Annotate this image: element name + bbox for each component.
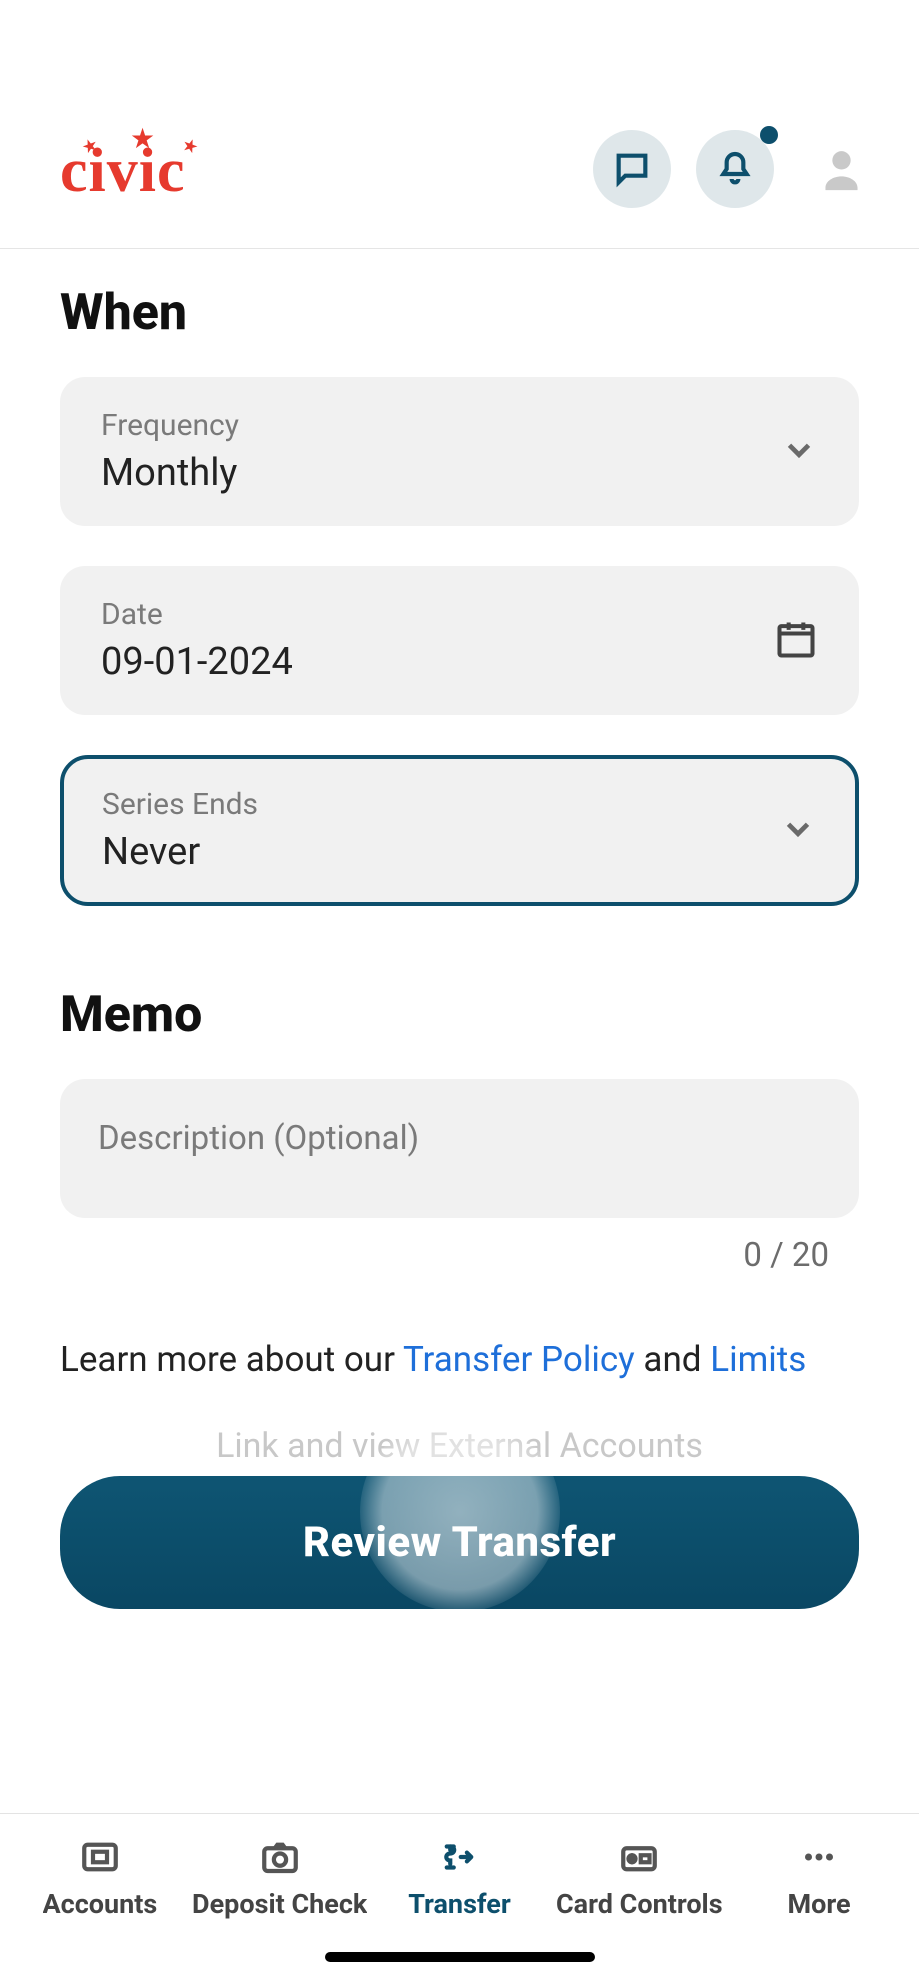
memo-counter: 0 / 20 (60, 1236, 859, 1275)
policy-text: Learn more about our Transfer Policy and… (60, 1335, 859, 1386)
nav-more[interactable]: More (729, 1836, 909, 1920)
date-picker[interactable]: Date 09-01-2024 (60, 566, 859, 715)
more-icon (798, 1836, 840, 1878)
card-icon (618, 1836, 660, 1878)
chevron-down-icon (779, 810, 817, 852)
nav-label: Transfer (408, 1888, 511, 1920)
nav-accounts[interactable]: Accounts (10, 1836, 190, 1920)
memo-placeholder: Description (Optional) (98, 1119, 821, 1158)
date-value: 09-01-2024 (101, 640, 774, 684)
notification-dot-icon (760, 126, 778, 144)
nav-transfer[interactable]: Transfer (370, 1836, 550, 1920)
profile-button[interactable] (814, 142, 869, 197)
series-ends-label: Series Ends (102, 787, 779, 822)
nav-label: Accounts (43, 1888, 158, 1920)
camera-icon (259, 1836, 301, 1878)
when-section-title: When (60, 284, 859, 342)
notifications-button[interactable] (696, 130, 774, 208)
nav-label: Card Controls (556, 1888, 723, 1920)
calendar-icon (774, 617, 818, 665)
transfer-policy-link[interactable]: Transfer Policy (403, 1339, 635, 1380)
nav-label: More (788, 1888, 851, 1920)
date-label: Date (101, 597, 774, 632)
header-actions (593, 130, 869, 208)
accounts-icon (79, 1836, 121, 1878)
frequency-select[interactable]: Frequency Monthly (60, 377, 859, 526)
nav-deposit-check[interactable]: Deposit Check (190, 1836, 370, 1920)
nav-card-controls[interactable]: Card Controls (549, 1836, 729, 1920)
brand-logo: ★ ★ ★ civic (60, 132, 260, 207)
cta-wrap: Link and view External Accounts Review T… (60, 1476, 859, 1609)
limits-link[interactable]: Limits (710, 1339, 806, 1380)
memo-input[interactable]: Description (Optional) (60, 1079, 859, 1218)
nav-label: Deposit Check (192, 1888, 367, 1920)
transfer-icon (438, 1836, 480, 1878)
main-content: When Frequency Monthly Date 09-01-2024 S… (0, 249, 919, 1609)
app-header: ★ ★ ★ civic (0, 0, 919, 249)
brand-name: civic (60, 136, 186, 207)
series-ends-select[interactable]: Series Ends Never (60, 755, 859, 906)
home-indicator (325, 1952, 595, 1962)
review-transfer-button[interactable]: Review Transfer (60, 1476, 859, 1609)
avatar-icon (814, 142, 869, 197)
bell-icon (715, 149, 755, 189)
messages-button[interactable] (593, 130, 671, 208)
frequency-label: Frequency (101, 408, 780, 443)
hidden-hint: Link and view External Accounts (60, 1426, 859, 1466)
memo-section-title: Memo (60, 986, 859, 1044)
frequency-value: Monthly (101, 451, 780, 495)
series-ends-value: Never (102, 830, 779, 874)
chevron-down-icon (780, 431, 818, 473)
chat-icon (612, 149, 652, 189)
